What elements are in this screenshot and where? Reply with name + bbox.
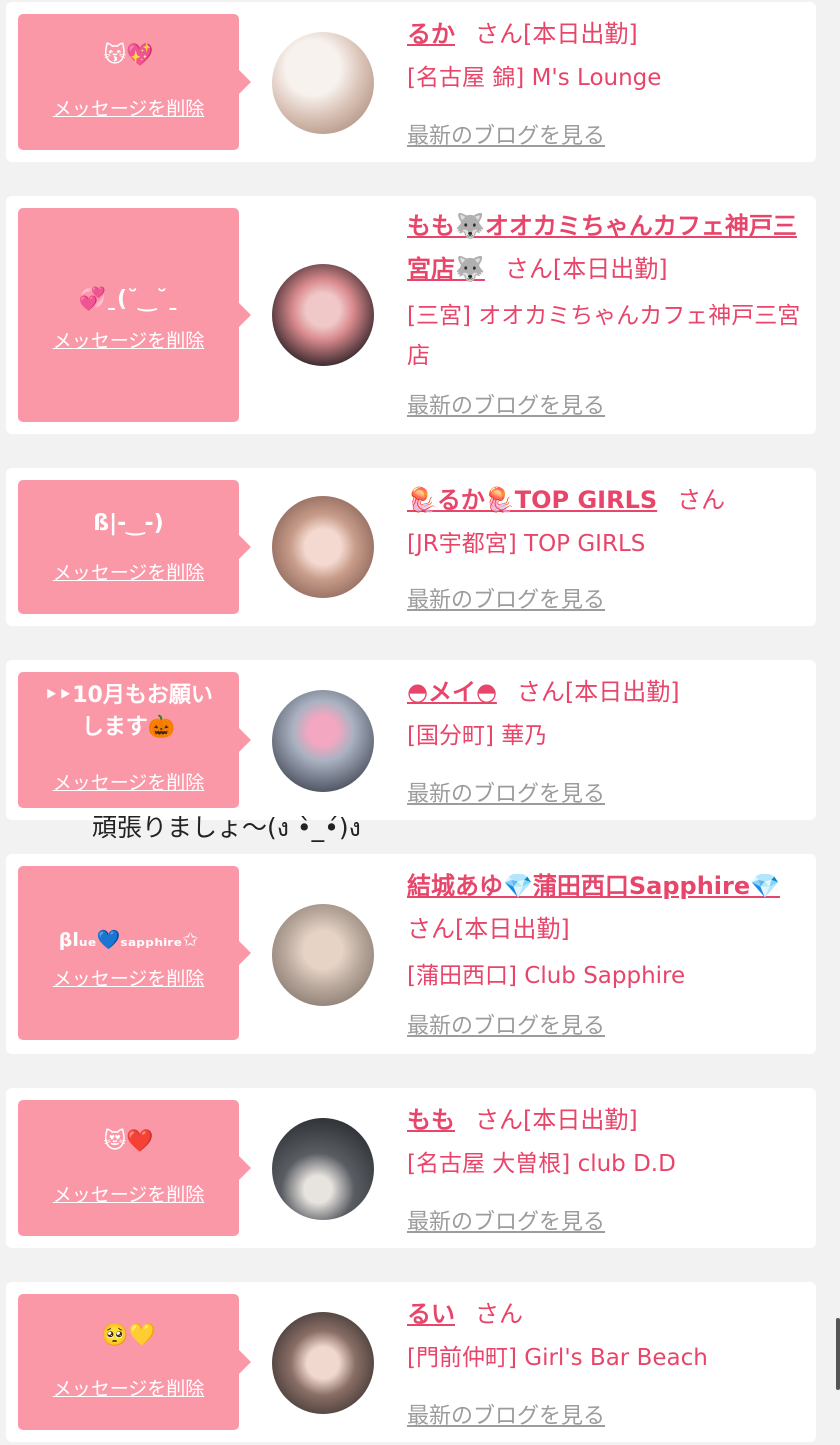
status-text: [本日出勤] [552,255,668,283]
latest-blog-link[interactable]: 最新のブログを見る [407,582,605,614]
message-text: 😽💖 [103,43,154,68]
scrollbar[interactable] [836,1318,840,1390]
list-item: βlᵤₑ💙ₛₐₚₚₕᵢᵣₑ✩ メッセージを削除 結城あゆ💎蒲田西口Sapphir… [6,854,816,1054]
honorific: さん [516,678,565,706]
latest-blog-link[interactable]: 最新のブログを見る [407,118,605,150]
message-text: βlᵤₑ💙ₛₐₚₚₕᵢᵣₑ✩ [58,929,199,951]
shop-name: [門前仲町] Girl's Bar Beach [407,1345,708,1371]
shop-name: [JR宇都宮] TOP GIRLS [407,531,646,557]
shop-name: [名古屋 錦] M's Lounge [407,65,662,91]
honorific: さん [504,255,553,283]
delete-message-link[interactable]: メッセージを削除 [18,768,239,795]
message-text: ‣‣10月もお願いします🎃 [44,683,213,740]
avatar[interactable] [272,690,374,792]
status-text: [本日出勤] [455,915,570,943]
honorific: さん [475,20,523,48]
shop-name: [名古屋 大曽根] club D.D [407,1151,676,1177]
avatar[interactable] [272,264,374,366]
shop-name: [蒲田西口] Club Sapphire [407,963,686,989]
status-text: [本日出勤] [523,20,638,48]
cast-name-link[interactable]: るい [407,1300,455,1328]
list-item: 🥺💛 メッセージを削除 るい さん [門前仲町] Girl's Bar Beach… [6,1282,816,1442]
message-text: 💞ˍ(˘‿˘ˍ [78,287,179,312]
delete-message-link[interactable]: メッセージを削除 [18,558,239,585]
avatar[interactable] [272,1312,374,1414]
avatar[interactable] [272,496,374,598]
message-bubble: 💞ˍ(˘‿˘ˍ メッセージを削除 [18,208,251,422]
cast-name-link[interactable]: もも [407,1106,455,1134]
message-bubble: 🥺💛 メッセージを削除 [18,1294,251,1430]
shop-name: [国分町] 華乃 [407,723,548,749]
delete-message-link[interactable]: メッセージを削除 [18,326,239,353]
message-bubble: 😻❤️ メッセージを削除 [18,1100,251,1236]
status-text: [本日出勤] [564,678,680,706]
list-item: 😻❤️ メッセージを削除 もも さん[本日出勤] [名古屋 大曽根] club D… [6,1088,816,1248]
message-text: ß|-‿-) [93,511,164,536]
message-overflow-text: 頑張りましょ〜(ง •̀_•́)ง [92,813,361,842]
delete-message-link[interactable]: メッセージを削除 [18,1180,239,1207]
latest-blog-link[interactable]: 最新のブログを見る [407,1204,605,1236]
cast-name-link[interactable]: 🪼るか🪼TOP GIRLS [407,486,657,514]
latest-blog-link[interactable]: 最新のブログを見る [407,776,605,808]
message-bubble: ß|-‿-) メッセージを削除 [18,480,251,614]
list-item: ‣‣10月もお願いします🎃 メッセージを削除 ◓メイ◓ さん[本日出勤] [国分町… [6,660,816,820]
shop-name: [三宮] オオカミちゃんカフェ神戸三宮店 [407,303,801,369]
avatar[interactable] [272,904,374,1006]
delete-message-link[interactable]: メッセージを削除 [18,1374,239,1401]
delete-message-link[interactable]: メッセージを削除 [18,94,239,121]
message-text: 🥺💛 [101,1323,156,1348]
status-text: [本日出勤] [523,1106,638,1134]
honorific: さん [475,1106,523,1134]
avatar[interactable] [272,1118,374,1220]
message-bubble: ‣‣10月もお願いします🎃 メッセージを削除 [18,672,251,808]
message-bubble: βlᵤₑ💙ₛₐₚₚₕᵢᵣₑ✩ メッセージを削除 [18,866,251,1040]
message-text: 😻❤️ [103,1129,154,1154]
honorific: さん [475,1300,523,1328]
latest-blog-link[interactable]: 最新のブログを見る [407,1398,605,1430]
cast-name-link[interactable]: るか [407,20,455,48]
list-item: 😽💖 メッセージを削除 るか さん[本日出勤] [名古屋 錦] M's Loung… [6,2,816,162]
latest-blog-link[interactable]: 最新のブログを見る [407,1008,605,1040]
message-bubble: 😽💖 メッセージを削除 [18,14,251,150]
cast-name-link[interactable]: ◓メイ◓ [407,678,497,706]
list-item: 💞ˍ(˘‿˘ˍ メッセージを削除 もも🐺オオカミちゃんカフェ神戸三宮店🐺 さん[本… [6,196,816,434]
avatar[interactable] [272,32,374,134]
honorific: さん [677,486,726,514]
list-item: ß|-‿-) メッセージを削除 🪼るか🪼TOP GIRLS さん [JR宇都宮] … [6,468,816,626]
cast-name-link[interactable]: 結城あゆ💎蒲田西口Sapphire💎 [407,872,780,900]
honorific: さん [407,915,455,943]
delete-message-link[interactable]: メッセージを削除 [18,964,239,991]
latest-blog-link[interactable]: 最新のブログを見る [407,388,605,420]
